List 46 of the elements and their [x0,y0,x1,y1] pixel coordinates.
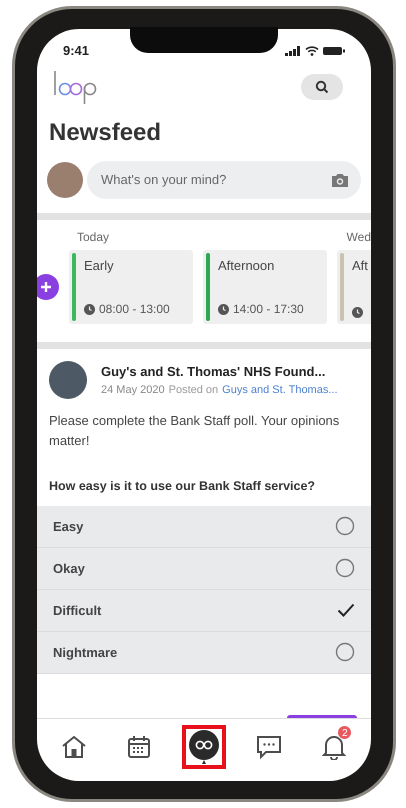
poll-option[interactable]: Difficult [37,590,371,632]
battery-icon [323,46,345,56]
avatar [47,162,83,198]
plus-icon [39,280,53,294]
home-icon [60,735,87,759]
clock-icon [218,304,229,314]
search-button[interactable] [301,74,343,100]
shift-title: Aft [352,257,368,275]
avatar [49,361,87,399]
poll-option[interactable]: Okay [37,548,371,590]
poll-question: How easy is it to use our Bank Staff service? [48,478,316,495]
status-time: 9:41 [63,42,90,60]
search-icon [315,80,329,94]
signal-icon [285,46,301,56]
shift-card[interactable]: Aft [337,250,371,324]
loop-icon [188,729,220,765]
add-shift-button[interactable] [37,274,59,300]
poll-option[interactable]: Easy [37,506,371,548]
loop-logo-icon [53,69,99,105]
shift-title: Early [84,257,115,275]
poll-option[interactable]: Nightmare [37,632,371,674]
wifi-icon [305,46,319,56]
notification-badge: 2 [337,725,352,740]
shift-time: 08:00 - 13:00 [99,301,170,318]
clock-icon [84,304,95,314]
post-author: Guy's and St. Thomas' NHS Found... [101,363,326,381]
bell-icon [322,734,346,760]
post-date: 24 May 2020 [101,382,165,398]
shift-card[interactable]: Early 08:00 - 13:00 [69,250,193,324]
notifications-tab[interactable]: 2 [312,725,356,769]
post-composer-field[interactable]: What's on your mind? [87,161,361,199]
posted-on-label: Posted on [168,382,218,398]
loop-tab[interactable] [182,725,226,769]
shift-time: 14:00 - 17:30 [233,301,304,318]
camera-icon[interactable] [331,172,349,188]
shift-card[interactable]: Afternoon 14:00 - 17:30 [203,250,327,324]
chat-icon [256,734,282,760]
day-label: Today [77,229,110,246]
clock-icon [352,307,363,318]
group-link[interactable]: Guys and St. Thomas... [222,382,338,398]
button-top-edge [287,715,357,718]
post-text: Please complete the Bank Staff poll. Your opinions matter! [48,412,340,450]
day-label: Wed [346,229,371,246]
page-title: Newsfeed [48,118,162,148]
calendar-icon [126,735,151,759]
shift-title: Afternoon [218,257,276,275]
